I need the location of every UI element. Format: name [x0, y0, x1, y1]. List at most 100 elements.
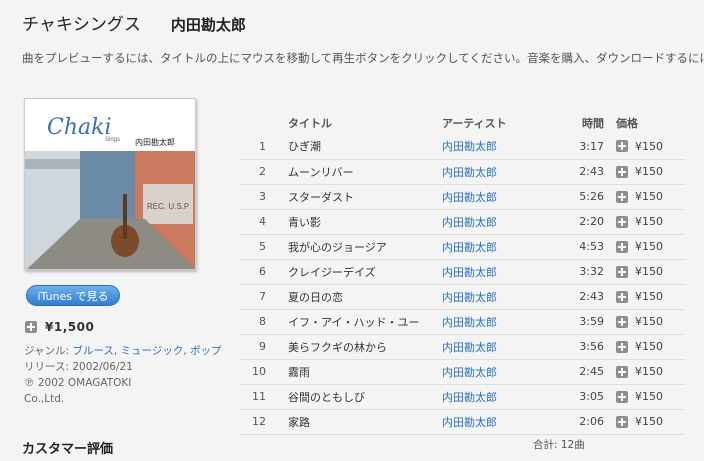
track-title[interactable]: ひぎ潮	[278, 134, 442, 160]
track-buy[interactable]: ¥150	[616, 265, 684, 278]
add-album-plus-icon[interactable]	[25, 321, 37, 333]
track-price: ¥150	[635, 240, 663, 253]
add-track-plus-icon[interactable]	[616, 165, 628, 178]
track-buy[interactable]: ¥150	[616, 140, 684, 153]
track-price: ¥150	[635, 190, 663, 203]
table-row[interactable]: 7 夏の日の恋 内田勘太郎 2:43 ¥150	[240, 284, 684, 310]
table-row[interactable]: 5 我が心のジョージア 内田勘太郎 4:53 ¥150	[240, 234, 684, 260]
artist-name[interactable]: 内田勘太郎	[171, 14, 246, 35]
track-artist-link[interactable]: 内田勘太郎	[442, 191, 497, 204]
table-row[interactable]: 8 イフ・アイ・ハッド・ユー 内田勘太郎 3:59 ¥150	[240, 309, 684, 335]
track-price-cell: ¥150	[612, 284, 684, 310]
add-track-plus-icon[interactable]	[616, 240, 628, 253]
track-price: ¥150	[635, 290, 663, 303]
track-buy[interactable]: ¥150	[616, 190, 684, 203]
table-row[interactable]: 11 谷間のともしび 内田勘太郎 3:05 ¥150	[240, 384, 684, 410]
add-track-plus-icon[interactable]	[616, 190, 628, 203]
track-number: 4	[240, 209, 278, 235]
track-artist-cell: 内田勘太郎	[442, 334, 560, 360]
track-price: ¥150	[635, 139, 663, 153]
track-artist-link[interactable]: 内田勘太郎	[442, 216, 497, 229]
track-time: 2:45	[560, 359, 612, 385]
album-cover: REC. U.S.P Chaki Sings 内田勘太郎	[24, 98, 196, 270]
track-buy[interactable]: ¥150	[616, 390, 684, 403]
track-title[interactable]: 夏の日の恋	[278, 284, 442, 310]
track-title[interactable]: クレイジーデイズ	[278, 259, 442, 285]
table-row[interactable]: 10 霧雨 内田勘太郎 2:45 ¥150	[240, 359, 684, 385]
page-header: チャキシングス 内田勘太郎	[22, 10, 246, 35]
table-row[interactable]: 6 クレイジーデイズ 内田勘太郎 3:32 ¥150	[240, 259, 684, 285]
table-row[interactable]: 9 美らフクギの林から 内田勘太郎 3:56 ¥150	[240, 334, 684, 360]
add-track-plus-icon[interactable]	[616, 215, 628, 228]
track-artist-link[interactable]: 内田勘太郎	[442, 316, 497, 329]
track-title[interactable]: 美らフクギの林から	[278, 334, 442, 360]
table-row[interactable]: 12 家路 内田勘太郎 2:06 ¥150	[240, 409, 684, 435]
track-artist-link[interactable]: 内田勘太郎	[442, 266, 497, 279]
track-buy[interactable]: ¥150	[616, 290, 684, 303]
table-row[interactable]: 2 ムーンリバー 内田勘太郎 2:43 ¥150	[240, 159, 684, 185]
track-artist-link[interactable]: 内田勘太郎	[442, 166, 497, 179]
album-price: ¥1,500	[45, 320, 95, 334]
track-price-cell: ¥150	[612, 259, 684, 285]
track-artist-link[interactable]: 内田勘太郎	[442, 140, 497, 153]
track-price-cell: ¥150	[612, 334, 684, 360]
track-number: 8	[240, 309, 278, 335]
album-title: チャキシングス	[22, 15, 141, 35]
table-row[interactable]: 4 青い影 内田勘太郎 2:20 ¥150	[240, 209, 684, 235]
track-title[interactable]: 青い影	[278, 209, 442, 235]
genre-label: ジャンル:	[24, 345, 73, 357]
track-number: 12	[240, 409, 278, 435]
track-price: ¥150	[635, 340, 663, 353]
track-title[interactable]: スターダスト	[278, 184, 442, 210]
track-title[interactable]: 家路	[278, 409, 442, 435]
track-title[interactable]: ムーンリバー	[278, 159, 442, 185]
track-artist-link[interactable]: 内田勘太郎	[442, 366, 497, 379]
header-artist[interactable]: アーティスト	[442, 112, 560, 134]
track-buy[interactable]: ¥150	[616, 215, 684, 228]
track-time: 4:53	[560, 234, 612, 260]
track-title[interactable]: イフ・アイ・ハッド・ユー	[278, 309, 442, 335]
add-track-plus-icon[interactable]	[616, 290, 628, 303]
track-time: 3:05	[560, 384, 612, 410]
track-buy[interactable]: ¥150	[616, 365, 684, 378]
header-title[interactable]: タイトル	[278, 112, 442, 134]
track-artist-cell: 内田勘太郎	[442, 284, 560, 310]
track-buy[interactable]: ¥150	[616, 165, 684, 178]
add-track-plus-icon[interactable]	[616, 265, 628, 278]
track-buy[interactable]: ¥150	[616, 415, 684, 428]
track-artist-link[interactable]: 内田勘太郎	[442, 391, 497, 404]
view-in-itunes-button[interactable]: iTunes で見る	[26, 285, 120, 306]
cover-logo-text: Chaki	[47, 115, 112, 140]
add-track-plus-icon[interactable]	[616, 315, 628, 328]
add-track-plus-icon[interactable]	[616, 365, 628, 378]
track-artist-link[interactable]: 内田勘太郎	[442, 291, 497, 304]
album-buy[interactable]: ¥1,500	[25, 320, 94, 334]
track-time: 2:43	[560, 159, 612, 185]
track-title[interactable]: 我が心のジョージア	[278, 234, 442, 260]
track-buy[interactable]: ¥150	[616, 340, 684, 353]
genre-link-music[interactable]: ミュージック	[121, 345, 184, 357]
header-price[interactable]: 価格	[612, 112, 684, 134]
copyright-line-1: ℗ 2002 OMAGATOKI	[24, 377, 132, 389]
track-artist-link[interactable]: 内田勘太郎	[442, 241, 497, 254]
add-track-plus-icon[interactable]	[616, 390, 628, 403]
table-row[interactable]: 1 ひぎ潮 内田勘太郎 3:17 ¥150	[240, 134, 684, 160]
track-artist-link[interactable]: 内田勘太郎	[442, 341, 497, 354]
table-row[interactable]: 3 スターダスト 内田勘太郎 5:26 ¥150	[240, 184, 684, 210]
track-buy[interactable]: ¥150	[616, 240, 684, 253]
add-track-plus-icon[interactable]	[616, 340, 628, 353]
track-number: 3	[240, 184, 278, 210]
track-buy[interactable]: ¥150	[616, 315, 684, 328]
genre-link-pop[interactable]: ポップ	[190, 345, 222, 357]
track-title[interactable]: 谷間のともしび	[278, 384, 442, 410]
track-artist-link[interactable]: 内田勘太郎	[442, 416, 497, 429]
track-price-cell: ¥150	[612, 184, 684, 210]
cover-sign-text: REC. U.S.P	[147, 202, 189, 211]
track-time: 3:56	[560, 334, 612, 360]
header-number	[240, 112, 278, 134]
header-time[interactable]: 時間	[560, 112, 612, 134]
genre-link-blues[interactable]: ブルース	[72, 345, 113, 357]
add-track-plus-icon[interactable]	[616, 415, 628, 428]
add-track-plus-icon[interactable]	[616, 140, 628, 153]
track-title[interactable]: 霧雨	[278, 359, 442, 385]
